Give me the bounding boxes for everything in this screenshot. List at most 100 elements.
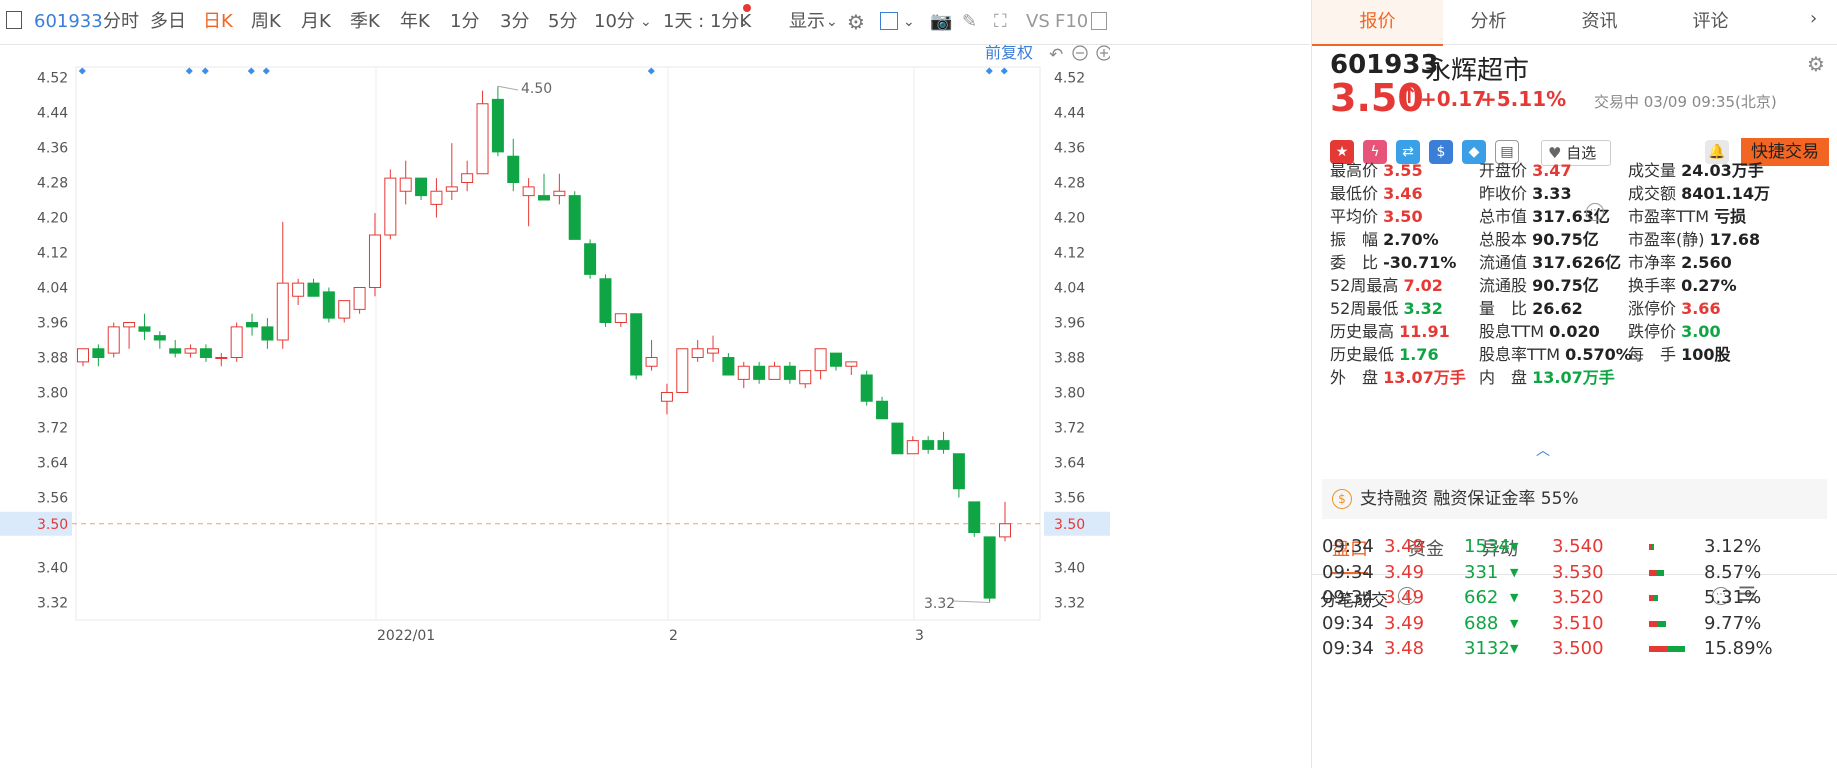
collapse-chevron-icon[interactable]: ︿ bbox=[1536, 440, 1550, 460]
candle[interactable] bbox=[184, 344, 197, 358]
tab-weekly-k[interactable]: 周K bbox=[251, 0, 281, 44]
candle[interactable] bbox=[599, 274, 612, 327]
candle[interactable] bbox=[353, 287, 366, 314]
candle[interactable] bbox=[691, 340, 704, 362]
stock-code[interactable]: 601933 bbox=[34, 0, 103, 44]
event-marker[interactable] bbox=[647, 67, 655, 75]
event-marker[interactable] bbox=[78, 67, 86, 75]
event-marker[interactable] bbox=[1000, 67, 1008, 75]
candle[interactable] bbox=[891, 422, 904, 455]
candle[interactable] bbox=[123, 322, 136, 349]
candle[interactable] bbox=[292, 278, 305, 305]
candle[interactable] bbox=[614, 313, 627, 327]
candle[interactable] bbox=[814, 348, 827, 380]
event-marker[interactable] bbox=[201, 67, 209, 75]
candle[interactable] bbox=[476, 90, 489, 175]
tab-5min[interactable]: 5分 bbox=[548, 0, 577, 44]
candle[interactable] bbox=[92, 344, 105, 367]
sidebar-toggle-icon[interactable] bbox=[6, 11, 22, 29]
undo-icon[interactable]: ↶ bbox=[1049, 45, 1063, 65]
fuquan-toggle[interactable]: 前复权 bbox=[985, 43, 1033, 62]
candle[interactable] bbox=[968, 501, 981, 537]
candle[interactable] bbox=[860, 370, 873, 406]
candle[interactable] bbox=[138, 313, 151, 340]
candle[interactable] bbox=[153, 331, 166, 349]
candle[interactable] bbox=[399, 160, 412, 205]
tab-daily-k[interactable]: 日K bbox=[203, 0, 233, 44]
candle[interactable] bbox=[737, 361, 750, 389]
candle[interactable] bbox=[338, 300, 351, 323]
gear-icon[interactable]: ⚙ bbox=[847, 0, 865, 44]
candle[interactable] bbox=[445, 143, 458, 200]
candle[interactable] bbox=[937, 431, 950, 454]
candle[interactable] bbox=[553, 173, 566, 205]
tab-3min[interactable]: 3分 bbox=[500, 0, 529, 44]
chevron-right-icon[interactable]: › bbox=[1810, 8, 1817, 29]
tab-monthly-k[interactable]: 月K bbox=[301, 0, 331, 44]
candle[interactable] bbox=[430, 178, 443, 218]
candle[interactable] bbox=[630, 313, 643, 380]
candle[interactable] bbox=[906, 436, 919, 455]
tab-yearly-k[interactable]: 年K bbox=[400, 0, 430, 44]
zoom-out-icon[interactable] bbox=[1072, 45, 1088, 61]
candle[interactable] bbox=[799, 370, 812, 389]
candle[interactable] bbox=[230, 322, 243, 362]
tab-1min[interactable]: 1分 bbox=[450, 0, 479, 44]
tab-multiday[interactable]: 多日 bbox=[150, 0, 186, 44]
candle[interactable] bbox=[538, 173, 550, 201]
more-icon[interactable]: ⋯ bbox=[1586, 203, 1604, 221]
f10-button[interactable]: F10 bbox=[1055, 0, 1088, 44]
tab-timeshare[interactable]: 分时 bbox=[103, 0, 139, 44]
event-marker[interactable] bbox=[985, 67, 993, 75]
dollar-icon[interactable]: $ bbox=[1429, 140, 1453, 164]
chart-canvas[interactable]: 4.52 4.52 4.44 4.44 4.36 4.36 4.28 4.28 4.20 4.20… bbox=[0, 43, 1112, 768]
candle[interactable] bbox=[461, 160, 474, 192]
candle[interactable] bbox=[753, 361, 766, 384]
tab-10min[interactable]: 10分 bbox=[594, 0, 635, 44]
checkbox-icon[interactable] bbox=[880, 12, 898, 30]
candle[interactable] bbox=[384, 169, 397, 240]
candle[interactable] bbox=[276, 221, 289, 349]
candle[interactable] bbox=[584, 239, 597, 279]
candle[interactable] bbox=[829, 352, 842, 371]
candle[interactable] bbox=[568, 191, 581, 240]
event-marker[interactable] bbox=[247, 67, 255, 75]
tab-comments[interactable]: 评论 bbox=[1645, 0, 1776, 44]
settings-gear-icon[interactable]: ⚙ bbox=[1807, 52, 1825, 76]
candle[interactable] bbox=[952, 453, 965, 498]
candle[interactable] bbox=[983, 536, 996, 603]
fullscreen-icon[interactable]: ⛶ bbox=[994, 0, 1007, 44]
pencil-icon[interactable]: ✎ bbox=[962, 0, 977, 44]
camera-icon[interactable]: 📷 bbox=[930, 0, 952, 44]
candlestick-chart[interactable]: 4.52 4.52 4.44 4.44 4.36 4.36 4.28 4.28 4.20 4.20… bbox=[0, 43, 1310, 768]
candle[interactable] bbox=[722, 353, 735, 376]
candle[interactable] bbox=[368, 213, 381, 297]
event-marker[interactable] bbox=[185, 67, 193, 75]
candle[interactable] bbox=[922, 436, 935, 454]
panel-toggle-icon[interactable] bbox=[1091, 12, 1107, 30]
candle[interactable] bbox=[845, 361, 858, 375]
event-marker[interactable] bbox=[262, 67, 270, 75]
chevron-down-icon[interactable]: ⌄ bbox=[640, 0, 652, 44]
display-menu[interactable]: 显示 bbox=[789, 0, 825, 44]
vs-button[interactable]: VS bbox=[1026, 0, 1050, 44]
candle[interactable] bbox=[246, 313, 259, 336]
chevron-down-icon[interactable]: ⌄ bbox=[903, 0, 915, 44]
candle[interactable] bbox=[876, 396, 889, 420]
candle[interactable] bbox=[169, 340, 182, 358]
candle[interactable] bbox=[107, 322, 120, 358]
candle[interactable] bbox=[415, 177, 428, 200]
candle[interactable] bbox=[507, 138, 520, 192]
candle[interactable] bbox=[768, 361, 781, 380]
candle[interactable] bbox=[660, 383, 673, 415]
candle[interactable] bbox=[783, 361, 796, 384]
chevron-down-icon[interactable]: ⌄ bbox=[826, 0, 838, 44]
tab-quarterly-k[interactable]: 季K bbox=[350, 0, 380, 44]
candle[interactable] bbox=[322, 287, 335, 323]
candle[interactable] bbox=[645, 340, 658, 371]
candle[interactable] bbox=[999, 501, 1011, 542]
candle[interactable] bbox=[491, 86, 504, 157]
candle[interactable] bbox=[199, 344, 212, 362]
zoom-in-icon[interactable] bbox=[1096, 45, 1112, 61]
candle[interactable] bbox=[676, 348, 689, 393]
